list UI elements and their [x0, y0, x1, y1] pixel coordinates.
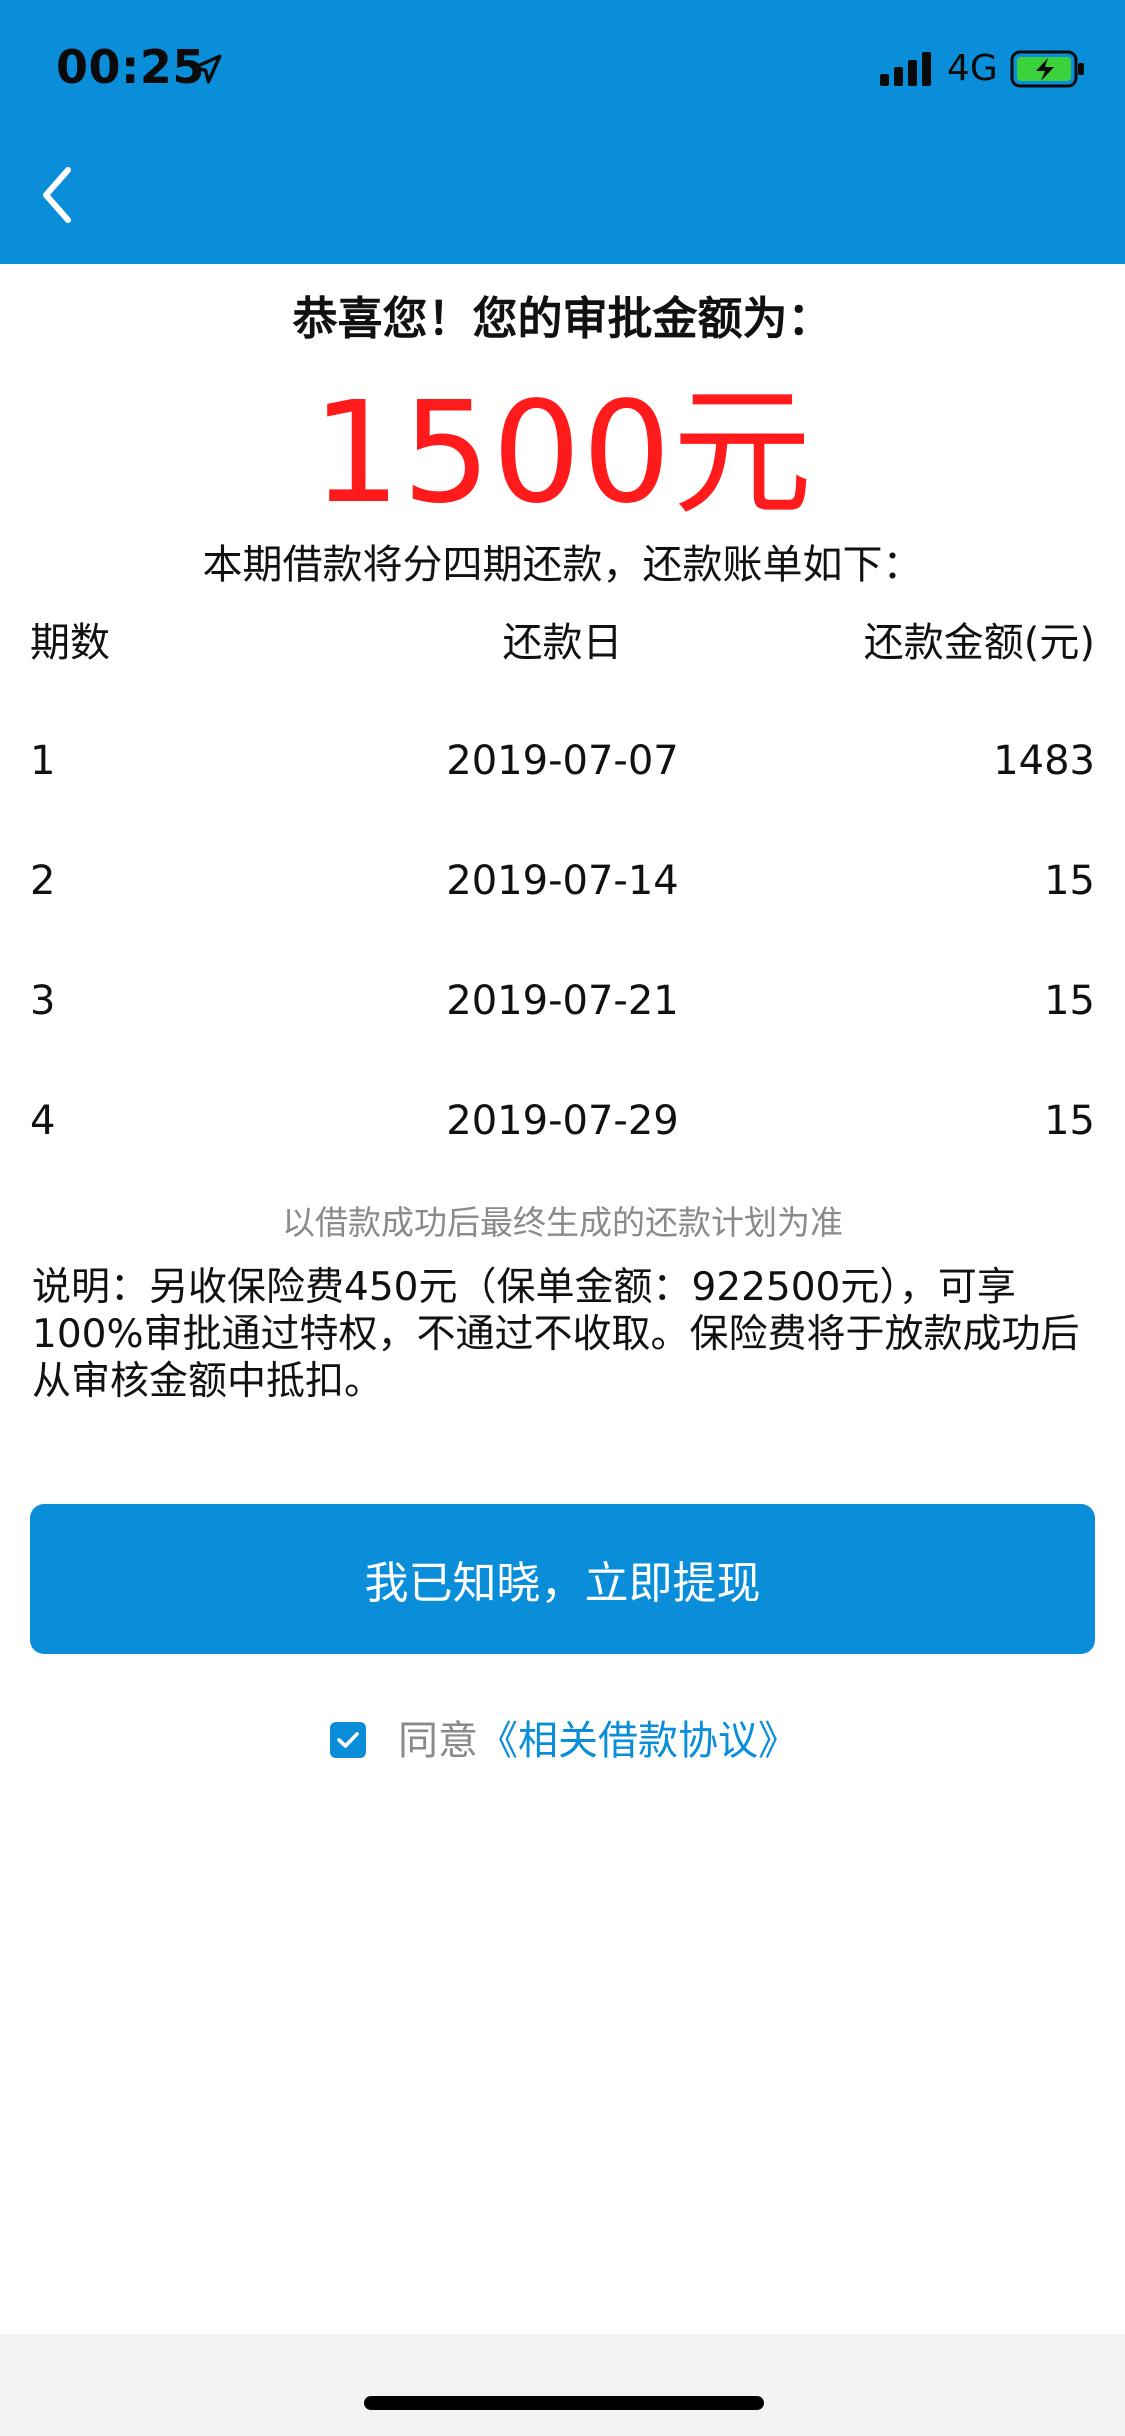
home-indicator[interactable]: [364, 2396, 764, 2410]
repayment-plan-note: 以借款成功后最终生成的还款计划为准: [282, 1203, 843, 1242]
row-date: 2019-07-14: [446, 858, 679, 904]
status-time: 00:25: [56, 40, 205, 94]
row-amount: 15: [1044, 978, 1095, 1024]
battery-charging-icon: [1010, 50, 1084, 88]
checkmark-icon: [337, 1732, 359, 1748]
repayment-table: 1 2019-07-07 1483 2 2019-07-14 15 3 2019…: [30, 738, 1095, 1218]
row-amount: 15: [1044, 858, 1095, 904]
table-row: 1 2019-07-07 1483: [30, 738, 1095, 858]
top-bar: 00:25 4G: [0, 0, 1125, 264]
bottom-safe-area: [0, 2334, 1125, 2436]
agreement-checkbox[interactable]: [330, 1722, 366, 1758]
back-chevron-icon[interactable]: [34, 160, 82, 230]
column-amount: 还款金额(元): [863, 620, 1095, 666]
row-amount: 1483: [993, 738, 1095, 784]
row-date: 2019-07-07: [446, 738, 679, 784]
repayment-plan-intro: 本期借款将分四期还款，还款账单如下：: [202, 542, 923, 588]
row-date: 2019-07-21: [446, 978, 679, 1024]
approval-title: 恭喜您！您的审批金额为：: [292, 292, 833, 345]
agreement-row: 同意 《相关借款协议》: [0, 1708, 1125, 1768]
repayment-table-header: 期数 还款日 还款金额(元): [30, 610, 1095, 680]
network-type: 4G: [947, 48, 998, 89]
insurance-description: 说明：另收保险费450元（保单金额：922500元），可享100%审批通过特权，…: [32, 1265, 1080, 1404]
loan-agreement-link[interactable]: 《相关借款协议》: [478, 1708, 798, 1766]
location-arrow-icon: [192, 54, 222, 84]
row-amount: 15: [1044, 1098, 1095, 1144]
withdraw-now-button[interactable]: 我已知晓，立即提现: [30, 1504, 1095, 1654]
table-row: 3 2019-07-21 15: [30, 978, 1095, 1098]
row-date: 2019-07-29: [446, 1098, 679, 1144]
cellular-signal-icon: [880, 52, 931, 86]
table-row: 2 2019-07-14 15: [30, 858, 1095, 978]
approval-amount: 1500元: [311, 372, 814, 535]
agree-label: 同意: [398, 1718, 478, 1764]
